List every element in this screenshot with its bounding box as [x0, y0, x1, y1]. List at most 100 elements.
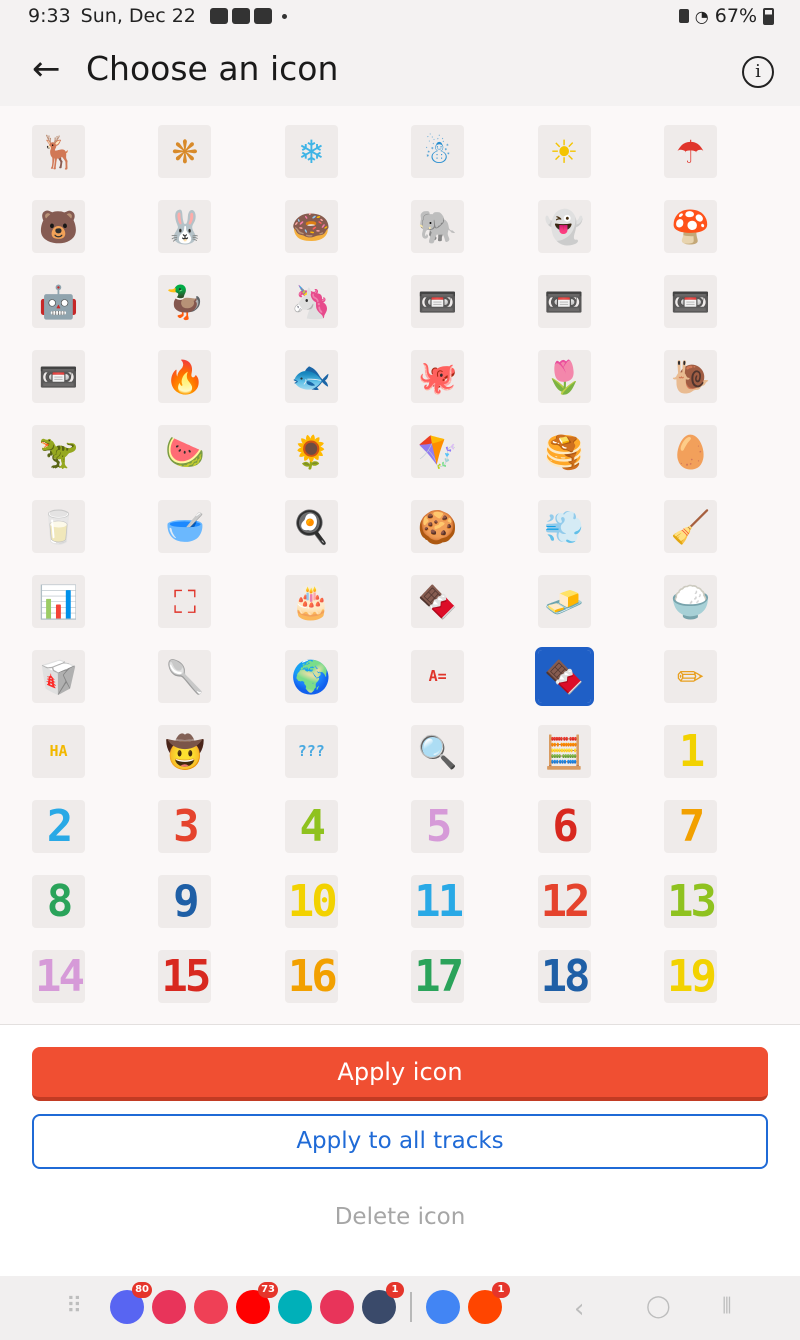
icon-option-duck[interactable]: 🦆 — [158, 275, 212, 328]
thirteen-icon: 13 — [666, 875, 717, 927]
fitbit-app-icon[interactable] — [278, 1290, 312, 1324]
icon-option-one[interactable]: 1 — [663, 725, 717, 778]
jug-icon: 🥛 — [38, 507, 79, 546]
camera-app-icon[interactable] — [320, 1290, 354, 1324]
apply-icon-button[interactable]: Apply icon — [32, 1047, 768, 1101]
icon-grid-area[interactable]: 🦌 ❋ ❄ ☃ ☀ ☂ 🐻 🐰 🍩 🐘 👻 🍄 🤖 🦆 🦄 📼 📼 📼 📼 🔥 🐟 🐙 🌷 🐌 🦖 🍉 🌻 🪁 🥞 🥚 🥛 🥣 🍳 🍪 💨 🧹 📊 ⛶ 🎂 🍫… — [0, 106, 800, 1024]
icon-option-eighteen[interactable]: 18 — [537, 950, 591, 1003]
icon-option-dinosaur[interactable]: 🦖 — [32, 425, 85, 478]
icon-option-seventeen[interactable]: 17 — [411, 950, 465, 1003]
icon-option-cassette-red[interactable]: 📼 — [663, 275, 717, 328]
recents-nav-icon[interactable]: ⦀ — [722, 1294, 732, 1319]
icon-option-magnifier[interactable]: 🔍 — [411, 725, 465, 778]
icon-option-fish[interactable]: 🐟 — [284, 350, 338, 403]
icon-option-equalizer[interactable]: 📊 — [32, 575, 85, 628]
icon-option-flower-pot[interactable]: 🌷 — [537, 350, 591, 403]
icon-option-vacuum[interactable]: 🧹 — [663, 500, 717, 553]
icon-option-snowflake-colorful[interactable]: ❋ — [158, 125, 212, 178]
icon-option-four[interactable]: 4 — [284, 800, 338, 853]
icon-option-bear[interactable]: 🐻 — [32, 200, 85, 253]
icon-option-thirteen[interactable]: 13 — [663, 875, 717, 928]
icon-option-birthday-cake[interactable]: 🎂 — [284, 575, 338, 628]
more-notifications-icon — [281, 13, 287, 19]
icon-option-twelve[interactable]: 12 — [537, 875, 591, 928]
icon-option-kite[interactable]: 🪁 — [411, 425, 465, 478]
icon-option-number-five-globe[interactable]: 🌍 — [284, 650, 338, 703]
rebounder-app-icon[interactable] — [152, 1290, 186, 1324]
icon-option-focus[interactable]: ⛶ — [158, 575, 212, 628]
icon-option-cookies[interactable]: 🍪 — [411, 500, 465, 553]
icon-option-cassette-yellow[interactable]: 📼 — [32, 350, 85, 403]
icon-option-cassette-pink[interactable]: 📼 — [537, 275, 591, 328]
icon-option-snowman[interactable]: ☃ — [411, 125, 465, 178]
icon-option-reindeer[interactable]: 🦌 — [32, 125, 85, 178]
info-icon[interactable]: i — [742, 56, 774, 88]
delete-icon-button[interactable]: Delete icon — [0, 1197, 800, 1237]
icon-option-hair-dryer[interactable]: 💨 — [537, 500, 591, 553]
icon-option-pancakes[interactable]: 🥞 — [537, 425, 591, 478]
icon-option-sixteen[interactable]: 16 — [284, 950, 338, 1003]
icon-option-potted-flower[interactable]: 🌻 — [284, 425, 338, 478]
system-nav-bar: ⠿ 80 73 1 1 ‹ ◯ ⦀ — [0, 1276, 800, 1340]
icon-option-frying-pan[interactable]: 🍳 — [284, 500, 338, 553]
icon-option-spoon[interactable]: 🥄 — [158, 650, 212, 703]
settings-app-icon[interactable]: 1 — [362, 1282, 404, 1324]
icon-option-snail[interactable]: 🐌 — [663, 350, 717, 403]
birthday-cake-icon: 🎂 — [291, 582, 332, 621]
icon-option-five[interactable]: 5 — [411, 800, 465, 853]
icon-option-two[interactable]: 2 — [32, 800, 85, 853]
youtube-app-icon[interactable]: 73 — [236, 1282, 278, 1324]
docs-app-icon[interactable] — [426, 1290, 460, 1324]
icon-option-mushroom[interactable]: 🍄 — [663, 200, 717, 253]
back-arrow-icon[interactable]: ← — [32, 52, 72, 88]
icon-option-flour-bowl[interactable]: 🥡 — [32, 650, 85, 703]
icon-option-chocolate[interactable]: 🍫 — [534, 647, 594, 706]
icon-option-calculator[interactable]: 🧮 — [537, 725, 591, 778]
icon-option-fire[interactable]: 🔥 — [158, 350, 212, 403]
icon-option-bowl-rice[interactable]: 🍚 — [663, 575, 717, 628]
icon-option-eight[interactable]: 8 — [32, 875, 85, 928]
icon-option-eleven[interactable]: 11 — [411, 875, 465, 928]
icon-option-robot[interactable]: 🤖 — [32, 275, 85, 328]
icon-option-donut[interactable]: 🍩 — [284, 200, 338, 253]
icon-option-elephant[interactable]: 🐘 — [411, 200, 465, 253]
icon-option-haha[interactable]: HA — [32, 725, 85, 778]
icon-option-fourteen[interactable]: 14 — [32, 950, 85, 1003]
notification-badge: 73 — [258, 1282, 278, 1298]
icon-option-ten[interactable]: 10 — [284, 875, 338, 928]
eggs-icon: 🥚 — [670, 432, 711, 471]
icon-option-fifteen[interactable]: 15 — [158, 950, 212, 1003]
icon-option-three[interactable]: 3 — [158, 800, 212, 853]
icon-option-cassette-blue[interactable]: 📼 — [411, 275, 465, 328]
icon-option-snack-bag[interactable]: 🍫 — [411, 575, 465, 628]
icon-option-nine[interactable]: 9 — [158, 875, 212, 928]
icon-option-ghost[interactable]: 👻 — [537, 200, 591, 253]
icon-option-bunny[interactable]: 🐰 — [158, 200, 212, 253]
icon-option-umbrella[interactable]: ☂ — [663, 125, 717, 178]
icon-option-butter[interactable]: 🧈 — [537, 575, 591, 628]
pocket-app-icon[interactable] — [194, 1290, 228, 1324]
icon-option-watermelon[interactable]: 🍉 — [158, 425, 212, 478]
icon-option-scarecrow[interactable]: 🤠 — [158, 725, 212, 778]
icon-option-octopus[interactable]: 🐙 — [411, 350, 465, 403]
icon-option-nineteen[interactable]: 19 — [663, 950, 717, 1003]
discord-app-icon[interactable]: 80 — [110, 1282, 152, 1324]
app-dock: 80 73 1 1 — [110, 1282, 510, 1324]
icon-option-eggs[interactable]: 🥚 — [663, 425, 717, 478]
icon-option-snowflake[interactable]: ❄ — [284, 125, 338, 178]
icon-option-abc-math[interactable]: A= — [411, 650, 465, 703]
reddit-app-icon[interactable]: 1 — [468, 1282, 510, 1324]
icon-option-unicorn[interactable]: 🦄 — [284, 275, 338, 328]
icon-option-question-marks[interactable]: ??? — [284, 725, 338, 778]
home-nav-icon[interactable]: ◯ — [646, 1294, 671, 1319]
icon-option-sun[interactable]: ☀ — [537, 125, 591, 178]
icon-option-six[interactable]: 6 — [537, 800, 591, 853]
apply-to-all-tracks-button[interactable]: Apply to all tracks — [32, 1114, 768, 1169]
icon-option-jug[interactable]: 🥛 — [32, 500, 85, 553]
flower-pot-icon: 🌷 — [544, 357, 584, 396]
icon-option-bowl[interactable]: 🥣 — [158, 500, 212, 553]
back-nav-icon[interactable]: ‹ — [574, 1294, 584, 1324]
icon-option-seven[interactable]: 7 — [663, 800, 717, 853]
icon-option-pencil-eraser[interactable]: ✏ — [663, 650, 717, 703]
app-drawer-icon[interactable]: ⠿ — [66, 1294, 83, 1319]
